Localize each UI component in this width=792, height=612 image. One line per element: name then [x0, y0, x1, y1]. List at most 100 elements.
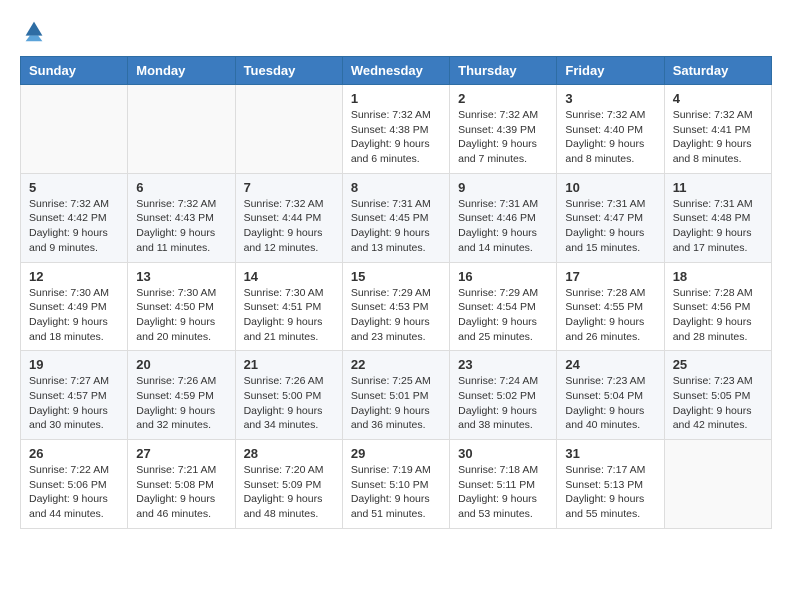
empty-cell [235, 85, 342, 174]
day-number-29: 29 [351, 446, 441, 461]
cell-content-9: Sunrise: 7:31 AM Sunset: 4:46 PM Dayligh… [458, 197, 548, 256]
day-cell-9: 9 Sunrise: 7:31 AM Sunset: 4:46 PM Daylig… [450, 173, 557, 262]
cell-content-4: Sunrise: 7:32 AM Sunset: 4:41 PM Dayligh… [673, 108, 763, 167]
cell-content-5: Sunrise: 7:32 AM Sunset: 4:42 PM Dayligh… [29, 197, 119, 256]
cell-content-31: Sunrise: 7:17 AM Sunset: 5:13 PM Dayligh… [565, 463, 655, 522]
day-cell-27: 27 Sunrise: 7:21 AM Sunset: 5:08 PM Dayli… [128, 440, 235, 529]
weekday-header-saturday: Saturday [664, 57, 771, 85]
day-cell-25: 25 Sunrise: 7:23 AM Sunset: 5:05 PM Dayli… [664, 351, 771, 440]
day-number-21: 21 [244, 357, 334, 372]
cell-content-20: Sunrise: 7:26 AM Sunset: 4:59 PM Dayligh… [136, 374, 226, 433]
day-number-31: 31 [565, 446, 655, 461]
day-number-9: 9 [458, 180, 548, 195]
day-cell-4: 4 Sunrise: 7:32 AM Sunset: 4:41 PM Daylig… [664, 85, 771, 174]
day-number-4: 4 [673, 91, 763, 106]
cell-content-15: Sunrise: 7:29 AM Sunset: 4:53 PM Dayligh… [351, 286, 441, 345]
week-row-4: 19 Sunrise: 7:27 AM Sunset: 4:57 PM Dayli… [21, 351, 772, 440]
day-cell-22: 22 Sunrise: 7:25 AM Sunset: 5:01 PM Dayli… [342, 351, 449, 440]
cell-content-29: Sunrise: 7:19 AM Sunset: 5:10 PM Dayligh… [351, 463, 441, 522]
day-cell-7: 7Sunrise: 7:32 AM Sunset: 4:44 PM Daylig… [235, 173, 342, 262]
day-number-19: 19 [29, 357, 119, 372]
day-cell-19: 19 Sunrise: 7:27 AM Sunset: 4:57 PM Dayli… [21, 351, 128, 440]
day-number-1: 1 [351, 91, 441, 106]
cell-content-2: Sunrise: 7:32 AM Sunset: 4:39 PM Dayligh… [458, 108, 548, 167]
day-cell-16: 16Sunrise: 7:29 AM Sunset: 4:54 PM Dayli… [450, 262, 557, 351]
cell-content-10: Sunrise: 7:31 AM Sunset: 4:47 PM Dayligh… [565, 197, 655, 256]
day-cell-8: 8 Sunrise: 7:31 AM Sunset: 4:45 PM Daylig… [342, 173, 449, 262]
day-number-7: 7 [244, 180, 334, 195]
day-number-17: 17 [565, 269, 655, 284]
day-number-8: 8 [351, 180, 441, 195]
cell-content-28: Sunrise: 7:20 AM Sunset: 5:09 PM Dayligh… [244, 463, 334, 522]
day-number-26: 26 [29, 446, 119, 461]
logo-icon [20, 16, 48, 44]
cell-content-3: Sunrise: 7:32 AM Sunset: 4:40 PM Dayligh… [565, 108, 655, 167]
day-number-16: 16 [458, 269, 548, 284]
weekday-header-monday: Monday [128, 57, 235, 85]
day-number-11: 11 [673, 180, 763, 195]
day-number-28: 28 [244, 446, 334, 461]
day-cell-15: 15 Sunrise: 7:29 AM Sunset: 4:53 PM Dayli… [342, 262, 449, 351]
day-cell-11: 11 Sunrise: 7:31 AM Sunset: 4:48 PM Dayli… [664, 173, 771, 262]
cell-content-25: Sunrise: 7:23 AM Sunset: 5:05 PM Dayligh… [673, 374, 763, 433]
day-cell-2: 2 Sunrise: 7:32 AM Sunset: 4:39 PM Daylig… [450, 85, 557, 174]
day-number-3: 3 [565, 91, 655, 106]
cell-content-12: Sunrise: 7:30 AM Sunset: 4:49 PM Dayligh… [29, 286, 119, 345]
weekday-header-wednesday: Wednesday [342, 57, 449, 85]
day-number-6: 6 [136, 180, 226, 195]
day-cell-24: 24 Sunrise: 7:23 AM Sunset: 5:04 PM Dayli… [557, 351, 664, 440]
day-cell-6: 6 Sunrise: 7:32 AM Sunset: 4:43 PM Daylig… [128, 173, 235, 262]
week-row-2: 5 Sunrise: 7:32 AM Sunset: 4:42 PM Daylig… [21, 173, 772, 262]
cell-content-26: Sunrise: 7:22 AM Sunset: 5:06 PM Dayligh… [29, 463, 119, 522]
day-cell-14: 14 Sunrise: 7:30 AM Sunset: 4:51 PM Dayli… [235, 262, 342, 351]
cell-content-14: Sunrise: 7:30 AM Sunset: 4:51 PM Dayligh… [244, 286, 334, 345]
page-header [20, 16, 772, 44]
cell-content-6: Sunrise: 7:32 AM Sunset: 4:43 PM Dayligh… [136, 197, 226, 256]
day-number-10: 10 [565, 180, 655, 195]
cell-content-13: Sunrise: 7:30 AM Sunset: 4:50 PM Dayligh… [136, 286, 226, 345]
day-number-2: 2 [458, 91, 548, 106]
day-cell-12: 12 Sunrise: 7:30 AM Sunset: 4:49 PM Dayli… [21, 262, 128, 351]
day-cell-17: 17 Sunrise: 7:28 AM Sunset: 4:55 PM Dayli… [557, 262, 664, 351]
day-cell-23: 23Sunrise: 7:24 AM Sunset: 5:02 PM Dayli… [450, 351, 557, 440]
day-number-14: 14 [244, 269, 334, 284]
day-number-25: 25 [673, 357, 763, 372]
week-row-1: 1 Sunrise: 7:32 AM Sunset: 4:38 PM Daylig… [21, 85, 772, 174]
cell-content-8: Sunrise: 7:31 AM Sunset: 4:45 PM Dayligh… [351, 197, 441, 256]
day-cell-21: 21Sunrise: 7:26 AM Sunset: 5:00 PM Dayli… [235, 351, 342, 440]
cell-content-27: Sunrise: 7:21 AM Sunset: 5:08 PM Dayligh… [136, 463, 226, 522]
day-cell-18: 18Sunrise: 7:28 AM Sunset: 4:56 PM Dayli… [664, 262, 771, 351]
week-row-3: 12 Sunrise: 7:30 AM Sunset: 4:49 PM Dayli… [21, 262, 772, 351]
day-cell-28: 28 Sunrise: 7:20 AM Sunset: 5:09 PM Dayli… [235, 440, 342, 529]
day-number-12: 12 [29, 269, 119, 284]
day-number-5: 5 [29, 180, 119, 195]
day-cell-20: 20 Sunrise: 7:26 AM Sunset: 4:59 PM Dayli… [128, 351, 235, 440]
day-cell-13: 13Sunrise: 7:30 AM Sunset: 4:50 PM Dayli… [128, 262, 235, 351]
weekday-header-row: SundayMondayTuesdayWednesdayThursdayFrid… [21, 57, 772, 85]
cell-content-24: Sunrise: 7:23 AM Sunset: 5:04 PM Dayligh… [565, 374, 655, 433]
cell-content-17: Sunrise: 7:28 AM Sunset: 4:55 PM Dayligh… [565, 286, 655, 345]
day-cell-26: 26 Sunrise: 7:22 AM Sunset: 5:06 PM Dayli… [21, 440, 128, 529]
weekday-header-tuesday: Tuesday [235, 57, 342, 85]
day-number-23: 23 [458, 357, 548, 372]
day-cell-5: 5 Sunrise: 7:32 AM Sunset: 4:42 PM Daylig… [21, 173, 128, 262]
empty-cell [21, 85, 128, 174]
day-number-18: 18 [673, 269, 763, 284]
day-cell-31: 31 Sunrise: 7:17 AM Sunset: 5:13 PM Dayli… [557, 440, 664, 529]
cell-content-1: Sunrise: 7:32 AM Sunset: 4:38 PM Dayligh… [351, 108, 441, 167]
cell-content-22: Sunrise: 7:25 AM Sunset: 5:01 PM Dayligh… [351, 374, 441, 433]
day-number-15: 15 [351, 269, 441, 284]
day-number-20: 20 [136, 357, 226, 372]
day-number-27: 27 [136, 446, 226, 461]
day-cell-10: 10 Sunrise: 7:31 AM Sunset: 4:47 PM Dayli… [557, 173, 664, 262]
cell-content-11: Sunrise: 7:31 AM Sunset: 4:48 PM Dayligh… [673, 197, 763, 256]
day-cell-3: 3 Sunrise: 7:32 AM Sunset: 4:40 PM Daylig… [557, 85, 664, 174]
calendar-table: SundayMondayTuesdayWednesdayThursdayFrid… [20, 56, 772, 529]
day-number-24: 24 [565, 357, 655, 372]
day-number-30: 30 [458, 446, 548, 461]
day-cell-29: 29 Sunrise: 7:19 AM Sunset: 5:10 PM Dayli… [342, 440, 449, 529]
empty-cell [664, 440, 771, 529]
cell-content-19: Sunrise: 7:27 AM Sunset: 4:57 PM Dayligh… [29, 374, 119, 433]
cell-content-30: Sunrise: 7:18 AM Sunset: 5:11 PM Dayligh… [458, 463, 548, 522]
day-number-22: 22 [351, 357, 441, 372]
